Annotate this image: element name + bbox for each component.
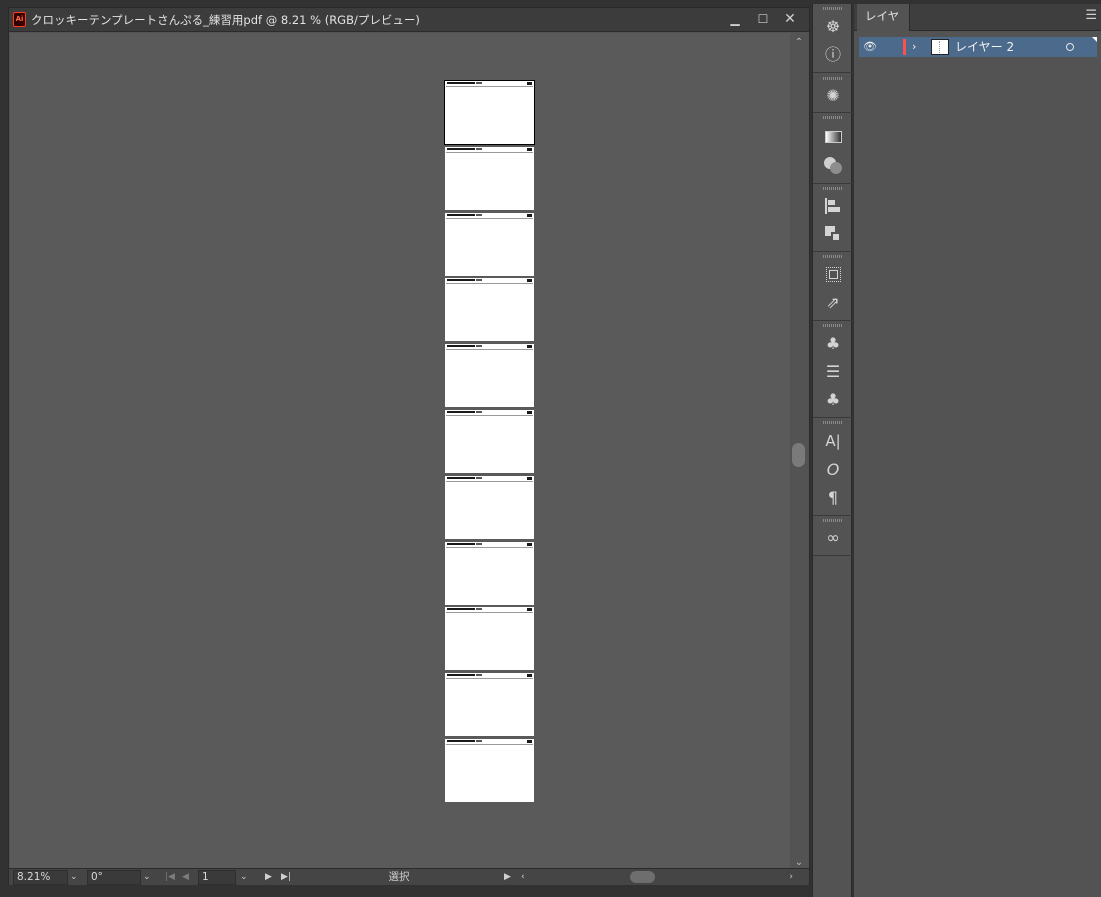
last-artboard-icon[interactable]: ▶| [281, 869, 291, 885]
dock-grip[interactable] [823, 116, 843, 119]
character-icon[interactable]: A| [823, 431, 843, 451]
scroll-right-icon[interactable]: › [789, 869, 793, 885]
illustrator-logo-icon: Ai [13, 12, 26, 27]
dock-grip[interactable] [823, 7, 843, 10]
panel-icon-dock: ☸ ⓘ ✺ ⇗ ♣ ☰ ♣ A| O ¶ ∞ [812, 4, 853, 897]
navigator-icon[interactable]: ☸ [823, 17, 843, 37]
layer-thumbnail [931, 39, 949, 55]
dock-grip[interactable] [823, 77, 843, 80]
dock-grip[interactable] [823, 519, 843, 522]
artboard-3[interactable] [445, 213, 534, 276]
artboard-number-field[interactable]: 1 [198, 870, 236, 885]
paragraph-icon[interactable]: ¶ [823, 488, 843, 508]
tool-status-label[interactable]: 選択 [299, 869, 499, 885]
symbols-icon[interactable]: ♣ [823, 334, 843, 354]
horizontal-scrollbar[interactable]: ‹ › [521, 871, 793, 883]
layer-target-icon[interactable] [1066, 43, 1074, 51]
vertical-scroll-thumb[interactable] [792, 443, 805, 467]
expand-layer-icon[interactable]: › [912, 37, 922, 57]
export-icon[interactable]: ⇗ [823, 293, 843, 313]
status-bar: 8.21% ⌄ 0° ⌄ |◀ ◀ 1 ⌄ ▶ ▶| 選択 ▶ ‹ › [9, 868, 809, 885]
previous-artboard-icon[interactable]: ◀ [182, 869, 189, 885]
artboard-8[interactable] [445, 542, 534, 605]
minimize-button[interactable]: ▁ [724, 10, 746, 28]
align-icon[interactable] [823, 196, 843, 216]
artboard-6[interactable] [445, 410, 534, 473]
tab-layers[interactable]: レイヤー [857, 4, 910, 47]
brushes-icon[interactable]: ♣ [823, 390, 843, 410]
document-title-bar[interactable]: Ai クロッキーテンプレートさんぷる_練習用pdf @ 8.21 % (RGB/… [9, 8, 809, 32]
scroll-left-icon[interactable]: ‹ [521, 869, 525, 885]
document-window: Ai クロッキーテンプレートさんぷる_練習用pdf @ 8.21 % (RGB/… [8, 7, 810, 885]
horizontal-scroll-thumb[interactable] [630, 871, 655, 883]
gradient-icon[interactable] [823, 127, 843, 147]
scroll-down-icon[interactable]: ⌄ [790, 857, 808, 868]
close-window-button[interactable]: ✕ [779, 10, 801, 28]
panel-menu-icon[interactable]: ☰ [1085, 8, 1097, 23]
artboard-11[interactable] [445, 739, 534, 802]
dock-grip[interactable] [823, 187, 843, 190]
transform-icon[interactable] [823, 265, 843, 285]
info-icon[interactable]: ⓘ [823, 45, 843, 65]
links-icon[interactable]: ∞ [823, 528, 843, 548]
dock-grip[interactable] [823, 255, 843, 258]
artboard-canvas[interactable] [10, 33, 790, 868]
maximize-button[interactable]: ☐ [752, 10, 774, 28]
zoom-dropdown-icon[interactable]: ⌄ [70, 869, 78, 885]
panel-tab-bar: レイヤー ☰ [854, 4, 1101, 47]
artboard-4[interactable] [445, 278, 534, 341]
zoom-field[interactable]: 8.21% [13, 870, 68, 885]
artboard-7[interactable] [445, 476, 534, 539]
transparency-icon[interactable] [823, 156, 843, 176]
layer-row[interactable]: 👁 › レイヤー 2 [859, 37, 1097, 57]
rotation-field[interactable]: 0° [87, 870, 141, 885]
layer-name[interactable]: レイヤー 2 [955, 37, 1014, 57]
artboard-10[interactable] [445, 673, 534, 736]
status-menu-icon[interactable]: ▶ [504, 869, 511, 885]
first-artboard-icon[interactable]: |◀ [165, 869, 175, 885]
pathfinder-icon[interactable] [823, 224, 843, 244]
artboard-dropdown-icon[interactable]: ⌄ [240, 869, 248, 885]
vertical-scrollbar[interactable]: ⌃ ⌄ [790, 33, 808, 868]
layer-selection-indicator [1092, 37, 1097, 42]
layers-panel: レイヤー ☰ 👁 › レイヤー 2 [854, 4, 1101, 897]
dock-grip[interactable] [823, 324, 843, 327]
artboard-2[interactable] [445, 147, 534, 210]
scroll-up-icon[interactable]: ⌃ [790, 37, 808, 48]
next-artboard-icon[interactable]: ▶ [265, 869, 272, 885]
artboard-5[interactable] [445, 344, 534, 407]
artboard-1[interactable] [444, 80, 535, 145]
appearance-icon[interactable]: ✺ [823, 86, 843, 106]
layer-color-swatch [903, 39, 906, 55]
dock-grip[interactable] [823, 421, 843, 424]
visibility-eye-icon[interactable]: 👁 [863, 37, 877, 57]
stroke-icon[interactable]: ☰ [823, 362, 843, 382]
opentype-icon[interactable]: O [823, 460, 843, 480]
rotation-dropdown-icon[interactable]: ⌄ [143, 869, 151, 885]
document-title: クロッキーテンプレートさんぷる_練習用pdf @ 8.21 % (RGB/プレビ… [31, 13, 420, 27]
artboard-9[interactable] [445, 607, 534, 670]
